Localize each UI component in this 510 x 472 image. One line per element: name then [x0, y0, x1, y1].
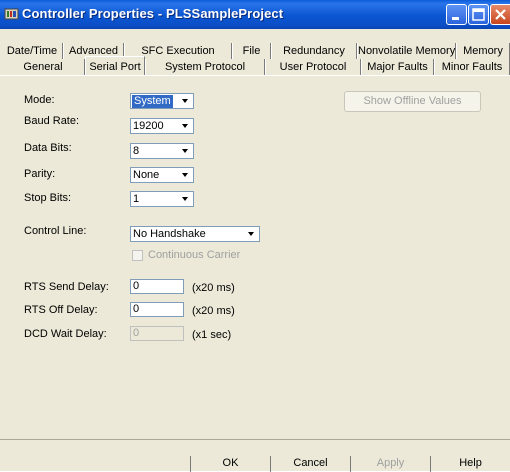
footer-bar: OK Cancel Apply Help: [0, 440, 510, 472]
stop-bits-dropdown[interactable]: 1: [130, 191, 194, 207]
help-button[interactable]: Help: [430, 456, 510, 472]
rts-send-delay-input[interactable]: 0: [130, 279, 184, 294]
rts-send-delay-label: RTS Send Delay:: [24, 281, 109, 293]
tab-minor-faults[interactable]: Minor Faults: [434, 59, 510, 75]
data-bits-dropdown[interactable]: 8: [130, 143, 194, 159]
rts-off-delay-unit: (x20 ms): [192, 305, 235, 317]
serial-port-panel: Mode: System Baud Rate: 19200 Data Bits:…: [0, 76, 510, 439]
continuous-carrier-checkbox[interactable]: [132, 250, 143, 261]
show-offline-values-button[interactable]: Show Offline Values: [344, 91, 481, 112]
control-line-label: Control Line:: [24, 225, 87, 237]
minimize-button[interactable]: [446, 4, 467, 25]
ok-button[interactable]: OK: [190, 456, 270, 472]
dcd-wait-delay-input[interactable]: 0: [130, 326, 184, 341]
controller-properties-dialog: Controller Properties - PLSSampleProject…: [0, 0, 510, 472]
rts-off-delay-label: RTS Off Delay:: [24, 304, 98, 316]
dcd-wait-delay-unit: (x1 sec): [192, 329, 232, 341]
chevron-down-icon: [182, 197, 188, 201]
baud-rate-label: Baud Rate:: [24, 115, 80, 127]
close-button[interactable]: [490, 4, 510, 25]
stop-bits-label: Stop Bits:: [24, 192, 72, 204]
apply-button[interactable]: Apply: [350, 456, 430, 472]
data-bits-label: Data Bits:: [24, 142, 72, 154]
tab-redundancy[interactable]: Redundancy: [271, 43, 357, 59]
controller-app-icon: [4, 8, 19, 20]
parity-value: None: [133, 169, 160, 181]
chevron-down-icon: [182, 99, 188, 103]
cancel-button[interactable]: Cancel: [270, 456, 350, 472]
continuous-carrier-label: Continuous Carrier: [148, 249, 241, 261]
tab-system-protocol[interactable]: System Protocol: [145, 59, 265, 75]
tab-serial-port[interactable]: Serial Port: [85, 56, 145, 76]
window-title: Controller Properties - PLSSampleProject: [22, 6, 284, 21]
chevron-down-icon: [182, 173, 188, 177]
control-line-value: No Handshake: [133, 228, 206, 240]
tab-major-faults[interactable]: Major Faults: [361, 59, 434, 75]
control-line-dropdown[interactable]: No Handshake: [130, 226, 260, 242]
parity-dropdown[interactable]: None: [130, 167, 194, 183]
rts-off-delay-input[interactable]: 0: [130, 302, 184, 317]
baud-rate-value: 19200: [133, 120, 164, 132]
stop-bits-value: 1: [133, 193, 140, 205]
tab-date-time[interactable]: Date/Time: [2, 43, 63, 59]
data-bits-value: 8: [133, 145, 140, 157]
tab-general[interactable]: General: [2, 59, 85, 75]
mode-dropdown[interactable]: System: [130, 93, 194, 109]
chevron-down-icon: [182, 149, 188, 153]
tab-user-protocol[interactable]: User Protocol: [265, 59, 361, 75]
tab-file[interactable]: File: [232, 43, 271, 59]
maximize-button[interactable]: [468, 4, 489, 25]
rts-send-delay-unit: (x20 ms): [192, 282, 235, 294]
parity-label: Parity:: [24, 168, 56, 180]
minimize-icon: [452, 17, 459, 20]
maximize-icon: [472, 8, 485, 21]
mode-label: Mode:: [24, 94, 55, 106]
close-icon: [495, 9, 506, 20]
tab-nonvolatile-memory[interactable]: Nonvolatile Memory: [357, 43, 456, 59]
dcd-wait-delay-label: DCD Wait Delay:: [24, 328, 107, 340]
tab-memory[interactable]: Memory: [456, 43, 510, 59]
baud-rate-dropdown[interactable]: 19200: [130, 118, 194, 134]
chevron-down-icon: [182, 124, 188, 128]
chevron-down-icon: [248, 232, 254, 236]
mode-value: System: [132, 95, 173, 108]
title-bar[interactable]: Controller Properties - PLSSampleProject: [0, 0, 510, 29]
